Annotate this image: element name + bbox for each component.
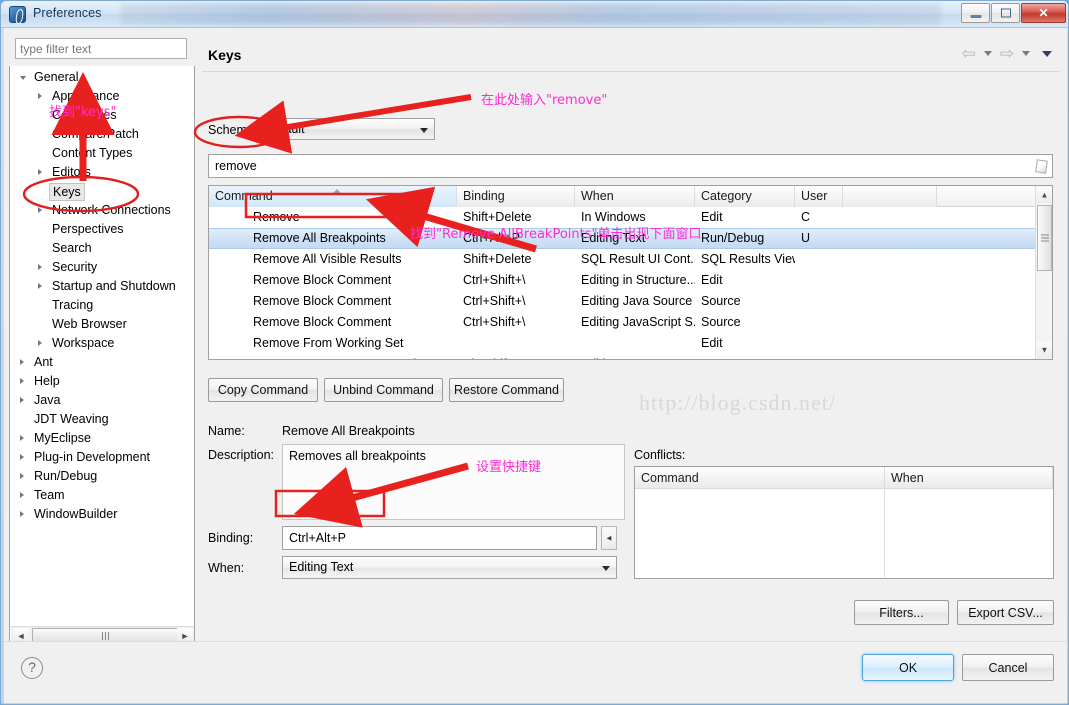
type-remove-arrow [234,94,472,154]
selected-command-box [244,192,411,219]
set-shortcut-arrow [293,462,469,528]
keys-highlight-ellipse [22,175,140,213]
search-highlight-ellipse [193,115,285,149]
annotation-overlay [22,72,537,528]
preferences-window: Preferences ✕ type filter text General Ap… [0,0,1069,705]
found-breakpoints-arrow [365,186,537,253]
